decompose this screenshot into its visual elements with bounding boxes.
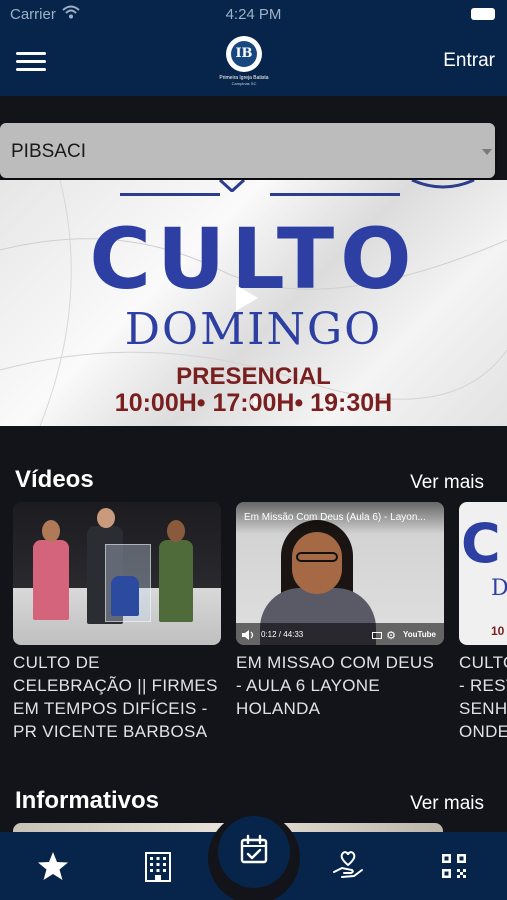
favorites-star-icon[interactable]: [33, 846, 73, 886]
church-selector-value: PIBSACI: [11, 141, 86, 162]
thumbnail-title: CULT: [461, 512, 507, 575]
video-title: CULTO DE CELEBRAÇÃO || FIRMES EM TEMPOS …: [13, 653, 218, 741]
youtube-logo: YouTube: [402, 630, 436, 639]
player-time: 0:12 / 44:33: [261, 630, 304, 639]
church-selector[interactable]: PIBSACI: [0, 123, 495, 178]
video-title: EM MISSAO COM DEUS - AULA 6 LAYONE HOLAN…: [236, 653, 435, 718]
subtitles-icon: [372, 632, 382, 639]
building-icon[interactable]: [138, 846, 178, 886]
video-card[interactable]: Em Missão Com Deus (Aula 6) - Layon... 0…: [236, 502, 444, 720]
login-button[interactable]: Entrar: [443, 50, 495, 72]
video-title: CULTO - REST SENHO ONDE: [459, 653, 507, 741]
thumbnail-times: 10: [491, 624, 505, 638]
decorative-line-right: [270, 193, 400, 196]
thumbnail-person: [111, 576, 139, 616]
informativos-section-title: Informativos: [15, 787, 160, 814]
donation-heart-icon[interactable]: [328, 846, 368, 886]
video-thumbnail: [13, 502, 221, 645]
top-nav-bar: IB Primeira Igreja Batista Campinas SC E…: [0, 30, 507, 96]
church-logo: IB Primeira Igreja Batista Campinas SC: [214, 36, 274, 92]
video-card[interactable]: CULTO DE CELEBRAÇÃO || FIRMES EM TEMPOS …: [13, 502, 221, 743]
banner-mode: PRESENCIAL: [176, 363, 331, 390]
decorative-line-left: [120, 193, 220, 196]
player-overlay-title: Em Missão Com Deus (Aula 6) - Layon...: [244, 512, 426, 523]
banner-subtitle: DOMINGO: [124, 304, 383, 355]
logo-subtitle: Campinas SC: [231, 81, 257, 86]
volume-icon: [242, 630, 254, 640]
settings-gear-icon: ⚙: [386, 630, 396, 642]
pagination-dot[interactable]: [250, 398, 258, 406]
thumbnail-person: [33, 540, 69, 620]
featured-video-banner[interactable]: CULTO DOMINGO PRESENCIAL 10:00H• 17:00H•…: [0, 180, 507, 426]
videos-see-more-link[interactable]: Ver mais: [410, 472, 484, 494]
video-card[interactable]: CULT D 10 CULTO - REST SENHO ONDE: [459, 502, 507, 743]
qr-code-icon[interactable]: [434, 846, 474, 886]
logo-emblem: IB: [226, 36, 262, 72]
battery-icon: [471, 8, 495, 20]
informativos-see-more-link[interactable]: Ver mais: [410, 793, 484, 815]
clock: 4:24 PM: [225, 6, 282, 23]
thumbnail-person: [159, 540, 193, 622]
ornament-icon: [218, 180, 246, 192]
video-thumbnail: Em Missão Com Deus (Aula 6) - Layon... 0…: [236, 502, 444, 645]
status-bar: Carrier 4:24 PM: [0, 0, 507, 30]
dropdown-caret-icon: [482, 149, 492, 155]
videos-section-title: Vídeos: [15, 466, 94, 493]
seal-icon: [411, 180, 475, 189]
thumbnail-subtitle: D: [491, 576, 507, 601]
hamburger-menu-icon[interactable]: [16, 52, 46, 72]
video-thumbnail: CULT D 10: [459, 502, 507, 645]
calendar-check-icon[interactable]: [218, 816, 290, 888]
play-icon[interactable]: [236, 285, 258, 311]
